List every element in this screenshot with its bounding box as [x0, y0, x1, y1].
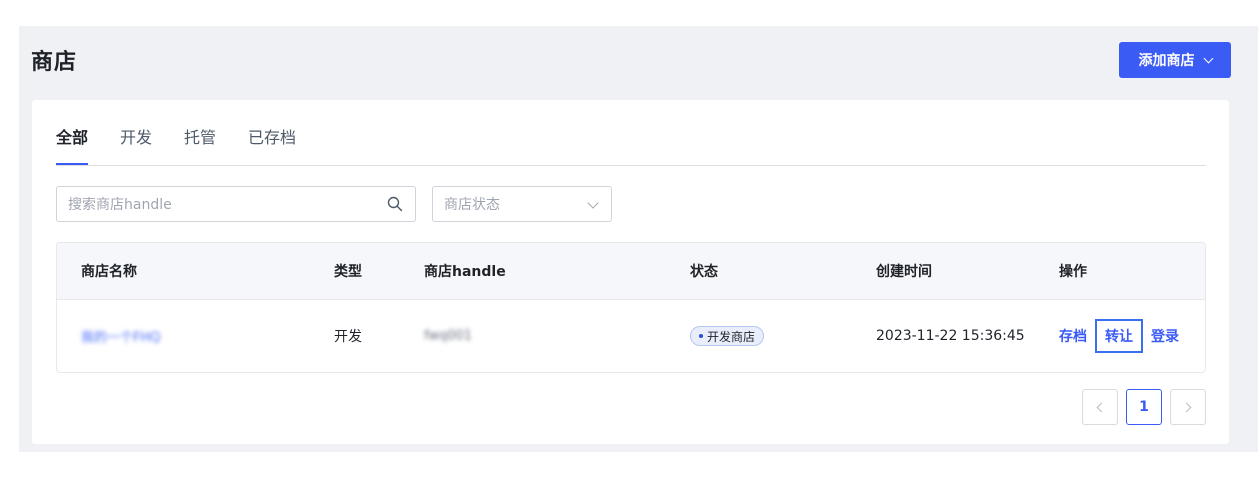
- login-link[interactable]: 登录: [1151, 326, 1179, 346]
- table-header: 商店名称 类型 商店handle 状态 创建时间 操作: [57, 243, 1205, 300]
- store-name-link[interactable]: 我的一个FHQ: [81, 327, 161, 346]
- chevron-down-icon: [587, 197, 599, 209]
- status-select[interactable]: 商店状态: [432, 186, 612, 222]
- archive-link[interactable]: 存档: [1059, 326, 1087, 346]
- store-handle: fwq001: [424, 328, 473, 344]
- created-time: 2023-11-22 15:36:45: [876, 328, 1025, 344]
- page-title: 商店: [31, 50, 78, 75]
- page-number-button[interactable]: 1: [1126, 389, 1162, 425]
- status-badge-label: 开发商店: [707, 329, 756, 344]
- chevron-left-icon: [1096, 402, 1107, 412]
- stores-card: 全部 开发 托管 已存档 搜索商店handle 商店状态 商店名称 类型 商店h…: [32, 100, 1229, 444]
- column-header-handle: 商店handle: [424, 264, 506, 280]
- tabs-divider: [56, 165, 1206, 166]
- status-badge: 开发商店: [690, 326, 765, 346]
- chevron-down-icon: [1203, 53, 1213, 63]
- store-status: 开发商店: [690, 326, 765, 346]
- column-header-status: 状态: [690, 264, 718, 280]
- column-header-created: 创建时间: [876, 264, 932, 280]
- table-row: 我的一个FHQ 开发 fwq001 开发商店 2023-11-22 15:36:…: [57, 300, 1205, 372]
- stores-table: 商店名称 类型 商店handle 状态 创建时间 操作 我的一个FHQ 开发 f…: [56, 242, 1206, 373]
- store-type: 开发: [334, 329, 362, 345]
- tab-development[interactable]: 开发: [120, 122, 152, 165]
- search-placeholder: 搜索商店handle: [68, 197, 172, 213]
- add-store-button[interactable]: 添加商店: [1119, 42, 1231, 78]
- prev-page-button[interactable]: [1082, 389, 1118, 425]
- tab-bar: 全部 开发 托管 已存档: [56, 122, 296, 165]
- column-header-type: 类型: [334, 264, 362, 280]
- search-input[interactable]: 搜索商店handle: [56, 186, 416, 222]
- status-dot-icon: [699, 334, 703, 338]
- tab-archived[interactable]: 已存档: [248, 122, 296, 165]
- transfer-link[interactable]: 转让: [1095, 319, 1143, 353]
- row-actions: 存档 转让 登录: [1059, 319, 1179, 353]
- status-select-placeholder: 商店状态: [444, 197, 500, 213]
- tab-managed[interactable]: 托管: [184, 122, 216, 165]
- add-store-button-label: 添加商店: [1138, 53, 1195, 69]
- column-header-name: 商店名称: [81, 264, 137, 280]
- next-page-button[interactable]: [1170, 389, 1206, 425]
- search-icon[interactable]: [387, 196, 403, 212]
- chevron-right-icon: [1181, 402, 1192, 412]
- tab-all[interactable]: 全部: [56, 122, 89, 165]
- column-header-actions: 操作: [1059, 264, 1087, 280]
